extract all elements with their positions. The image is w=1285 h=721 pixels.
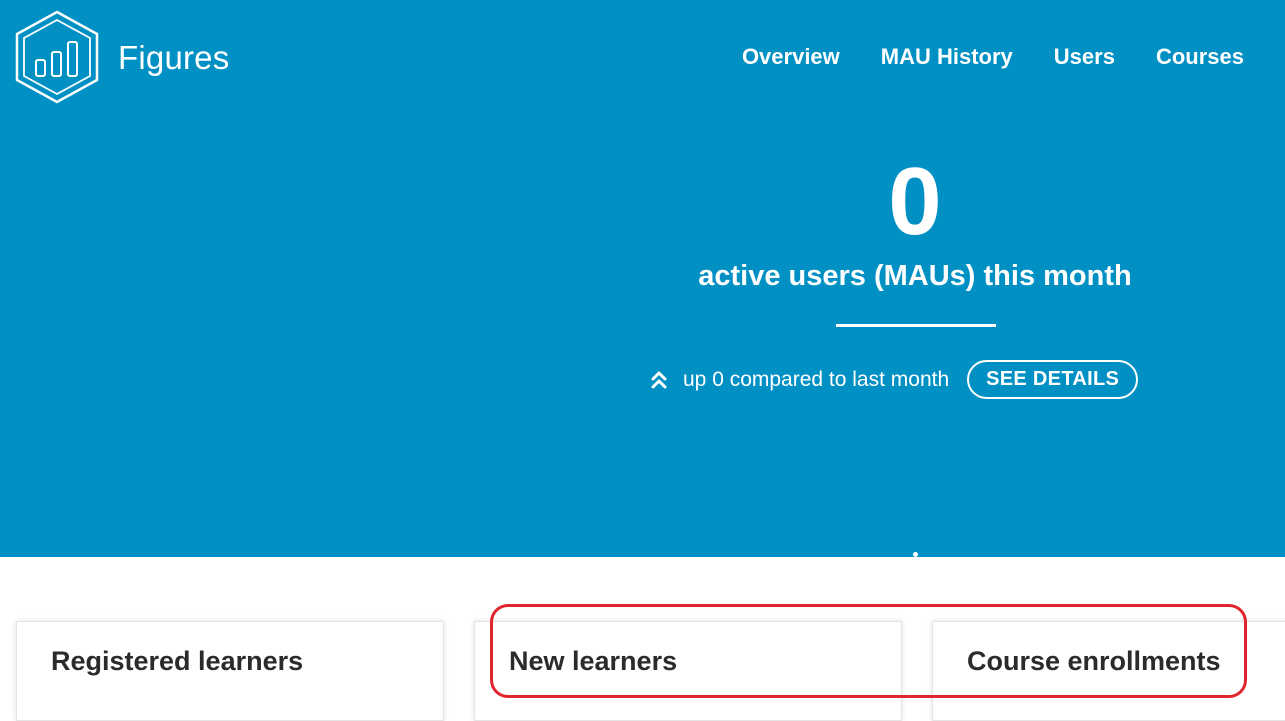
card-course-enrollments[interactable]: Course enrollments [932, 621, 1285, 721]
figures-logo-icon [15, 10, 99, 104]
stat-divider [836, 324, 996, 327]
nav-users[interactable]: Users [1054, 44, 1115, 70]
mau-label: active users (MAUs) this month [698, 260, 1132, 292]
hero-banner: Figures Overview MAU History Users Cours… [0, 0, 1285, 557]
card-title: Registered learners [51, 646, 304, 676]
nav-courses[interactable]: Courses [1156, 44, 1244, 70]
mau-count: 0 [888, 148, 942, 255]
nav-mau-history[interactable]: MAU History [881, 44, 1013, 70]
double-chevron-up-icon [651, 371, 667, 388]
brand[interactable]: Figures [14, 10, 229, 104]
nav-overview[interactable]: Overview [742, 44, 840, 70]
metric-cards: Registered learners New learners Course … [0, 557, 1285, 721]
card-title: New learners [509, 646, 678, 676]
mau-change-text: up 0 compared to last month [683, 367, 950, 391]
card-title: Course enrollments [967, 646, 1221, 676]
card-new-learners[interactable]: New learners [474, 621, 902, 721]
mau-change-row: up 0 compared to last month SEE DETAILS [651, 360, 1139, 399]
main-nav: Overview MAU History Users Courses [742, 44, 1285, 70]
see-details-button[interactable]: SEE DETAILS [967, 360, 1139, 399]
card-registered-learners[interactable]: Registered learners [16, 621, 444, 721]
brand-name: Figures [118, 38, 230, 76]
